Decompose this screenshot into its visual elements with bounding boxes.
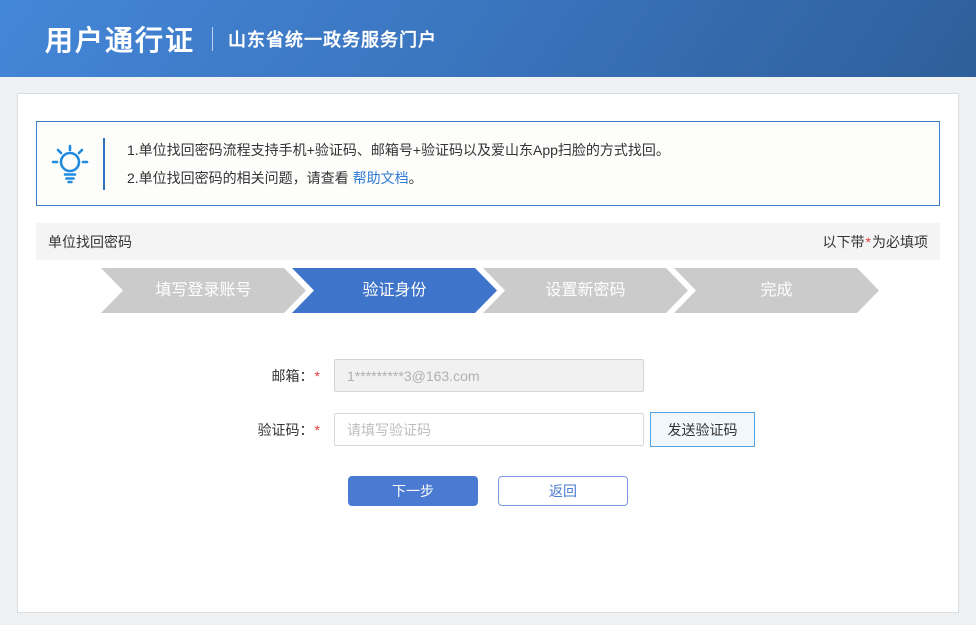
notice-text: 1.单位找回密码流程支持手机+验证码、邮箱号+验证码以及爱山东App扫脸的方式找… — [105, 136, 670, 192]
required-note-prefix: 以下带 — [822, 233, 865, 250]
code-required-star: * — [314, 421, 320, 438]
step-complete: 完成 — [674, 268, 879, 313]
action-buttons: 下一步 返回 — [348, 476, 940, 506]
step-set-new-password: 设置新密码 — [483, 268, 688, 313]
app-subtitle: 山东省统一政务服务门户 — [228, 29, 438, 50]
notice-line-1: 1.单位找回密码流程支持手机+验证码、邮箱号+验证码以及爱山东App扫脸的方式找… — [127, 141, 670, 158]
help-doc-link[interactable]: 帮助文档 — [353, 170, 409, 186]
code-label-text: 验证码： — [257, 421, 314, 438]
notice-box: 1.单位找回密码流程支持手机+验证码、邮箱号+验证码以及爱山东App扫脸的方式找… — [36, 121, 940, 206]
section-band: 单位找回密码 以下带*为必填项 — [36, 223, 940, 260]
email-label-text: 邮箱： — [271, 367, 314, 384]
email-row: 邮箱：* — [36, 359, 940, 392]
notice-line-2-prefix: 2.单位找回密码的相关问题，请查看 — [127, 169, 353, 186]
email-required-star: * — [314, 367, 320, 384]
step-wizard: 填写登录账号 验证身份 设置新密码 完成 — [101, 268, 940, 313]
code-row: 验证码：* 发送验证码 — [36, 412, 940, 447]
code-label: 验证码：* — [36, 420, 334, 440]
required-note: 以下带*为必填项 — [823, 232, 928, 252]
section-title: 单位找回密码 — [48, 233, 132, 250]
notice-line-2: 2.单位找回密码的相关问题，请查看 帮助文档。 — [127, 164, 670, 192]
next-step-button[interactable]: 下一步 — [348, 476, 478, 506]
send-code-button[interactable]: 发送验证码 — [650, 412, 755, 447]
email-field[interactable] — [334, 359, 644, 392]
step-fill-account: 填写登录账号 — [101, 268, 306, 313]
back-button[interactable]: 返回 — [498, 476, 628, 506]
step-verify-identity: 验证身份 — [292, 268, 497, 313]
main-card: 1.单位找回密码流程支持手机+验证码、邮箱号+验证码以及爱山东App扫脸的方式找… — [17, 93, 959, 613]
notice-line-2-suffix: 。 — [408, 169, 423, 186]
app-title: 用户通行证 — [45, 24, 196, 56]
email-label: 邮箱：* — [36, 366, 334, 386]
code-input[interactable] — [334, 413, 644, 446]
required-note-suffix: 为必填项 — [872, 233, 928, 250]
app-header: 用户通行证 山东省统一政务服务门户 — [0, 0, 976, 77]
header-divider — [212, 26, 214, 51]
verify-form: 邮箱：* 验证码：* 发送验证码 — [36, 359, 940, 447]
lightbulb-icon — [37, 141, 103, 187]
required-note-star: * — [865, 233, 871, 250]
